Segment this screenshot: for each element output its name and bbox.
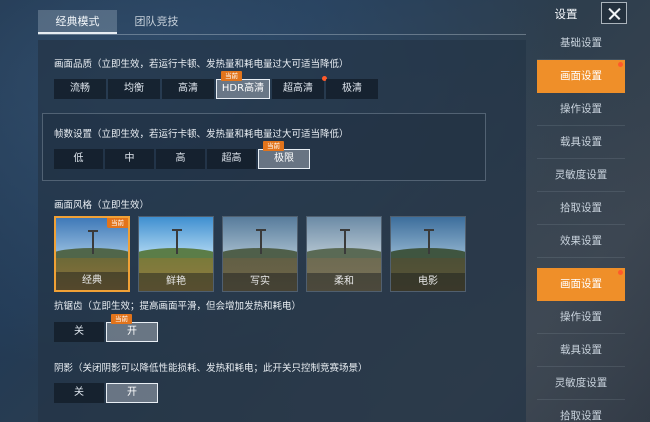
current-tag: 当前 bbox=[111, 314, 132, 324]
anti-alias-toggle: 关 当前 开 bbox=[54, 314, 158, 342]
sidebar-item-graphics-2[interactable]: 画面设置 bbox=[537, 268, 625, 301]
quality-option-extreme[interactable]: 极清 bbox=[326, 79, 378, 99]
style-option-classic[interactable]: 当前 经典 bbox=[54, 216, 130, 292]
mode-tabs: 经典模式 团队竞技 bbox=[38, 10, 196, 34]
sidebar-item-vehicle[interactable]: 载具设置 bbox=[537, 126, 625, 159]
shadow-toggle: 关 开 bbox=[54, 383, 158, 403]
current-tag: 当前 bbox=[107, 218, 128, 228]
graphics-quality-selector: 流畅 均衡 高清 当前 HDR高清 超高清 极清 bbox=[54, 71, 378, 99]
current-tag: 当前 bbox=[221, 71, 242, 81]
anti-alias-on-label: 开 bbox=[127, 326, 137, 337]
shadow-on[interactable]: 开 bbox=[106, 383, 158, 403]
quality-option-uhd[interactable]: 超高清 bbox=[272, 76, 327, 99]
style-thumbnails: 当前 经典 鲜艳 写实 柔和 电影 bbox=[54, 216, 466, 292]
fps-option-ultra[interactable]: 超高 bbox=[207, 149, 256, 169]
sidebar-item-graphics[interactable]: 画面设置 bbox=[537, 60, 625, 93]
tab-classic-mode[interactable]: 经典模式 bbox=[38, 10, 117, 34]
sidebar-title: 设置 bbox=[554, 7, 578, 21]
quality-option-smooth[interactable]: 流畅 bbox=[54, 79, 106, 99]
sidebar-item-graphics-2-label: 画面设置 bbox=[560, 278, 602, 290]
sidebar-item-pickup[interactable]: 拾取设置 bbox=[537, 192, 625, 225]
sidebar-item-controls-2[interactable]: 操作设置 bbox=[537, 301, 625, 334]
fps-option-high[interactable]: 高 bbox=[156, 149, 205, 169]
style-option-vivid[interactable]: 鲜艳 bbox=[138, 216, 214, 292]
sidebar-item-sensitivity[interactable]: 灵敏度设置 bbox=[537, 159, 625, 192]
frame-rate-label: 帧数设置（立即生效，若运行卡顿、发热量和耗电量过大可适当降低） bbox=[54, 129, 349, 140]
new-badge-dot bbox=[618, 270, 623, 275]
style-option-realistic-label: 写实 bbox=[223, 273, 297, 291]
tab-team-deathmatch[interactable]: 团队竞技 bbox=[117, 10, 196, 34]
anti-alias-label: 抗锯齿（立即生效；提高画面平滑，但会增加发热和耗电） bbox=[54, 301, 302, 312]
close-icon[interactable] bbox=[601, 2, 627, 24]
style-option-cinematic[interactable]: 电影 bbox=[390, 216, 466, 292]
shadow-label: 阴影（关闭阴影可以降低性能损耗、发热和耗电；此开关只控制竞赛场景） bbox=[54, 363, 368, 374]
fps-option-medium[interactable]: 中 bbox=[105, 149, 154, 169]
anti-alias-off[interactable]: 关 bbox=[54, 322, 104, 342]
style-label: 画面风格（立即生效） bbox=[54, 200, 150, 211]
style-option-soft[interactable]: 柔和 bbox=[306, 216, 382, 292]
anti-alias-on[interactable]: 当前 开 bbox=[106, 314, 158, 342]
style-option-realistic[interactable]: 写实 bbox=[222, 216, 298, 292]
current-tag: 当前 bbox=[263, 141, 284, 151]
quality-option-hdr[interactable]: 当前 HDR高清 bbox=[216, 71, 270, 99]
graphics-quality-label: 画面品质（立即生效，若运行卡顿、发热量和耗电量过大可适当降低） bbox=[54, 59, 349, 70]
sidebar-item-sensitivity-2[interactable]: 灵敏度设置 bbox=[537, 367, 625, 400]
fps-option-low[interactable]: 低 bbox=[54, 149, 103, 169]
quality-option-uhd-label: 超高清 bbox=[283, 83, 313, 94]
style-option-classic-label: 经典 bbox=[56, 272, 128, 290]
tab-underline bbox=[38, 34, 526, 35]
settings-sidebar: 设置 基础设置 画面设置 操作设置 载具设置 灵敏度设置 拾取设置 效果设置 画… bbox=[535, 0, 650, 422]
sidebar-item-controls[interactable]: 操作设置 bbox=[537, 93, 625, 126]
shadow-off[interactable]: 关 bbox=[54, 383, 104, 403]
quality-option-balanced[interactable]: 均衡 bbox=[108, 79, 160, 99]
style-option-cinematic-label: 电影 bbox=[391, 273, 465, 291]
sidebar-item-effects[interactable]: 效果设置 bbox=[537, 225, 625, 258]
sidebar-item-basic[interactable]: 基础设置 bbox=[537, 27, 625, 60]
quality-option-hd[interactable]: 高清 bbox=[162, 79, 214, 99]
fps-option-extreme-label: 极限 bbox=[274, 153, 294, 164]
style-option-vivid-label: 鲜艳 bbox=[139, 273, 213, 291]
sidebar-item-vehicle-2[interactable]: 载具设置 bbox=[537, 334, 625, 367]
sidebar-item-pickup-2[interactable]: 拾取设置 bbox=[537, 400, 625, 422]
sidebar-item-graphics-label: 画面设置 bbox=[560, 70, 602, 82]
frame-rate-selector: 低 中 高 超高 当前 极限 bbox=[54, 141, 310, 169]
fps-option-extreme[interactable]: 当前 极限 bbox=[258, 141, 310, 169]
quality-option-hdr-label: HDR高清 bbox=[221, 83, 265, 94]
style-option-soft-label: 柔和 bbox=[307, 273, 381, 291]
new-badge-dot bbox=[618, 62, 623, 67]
